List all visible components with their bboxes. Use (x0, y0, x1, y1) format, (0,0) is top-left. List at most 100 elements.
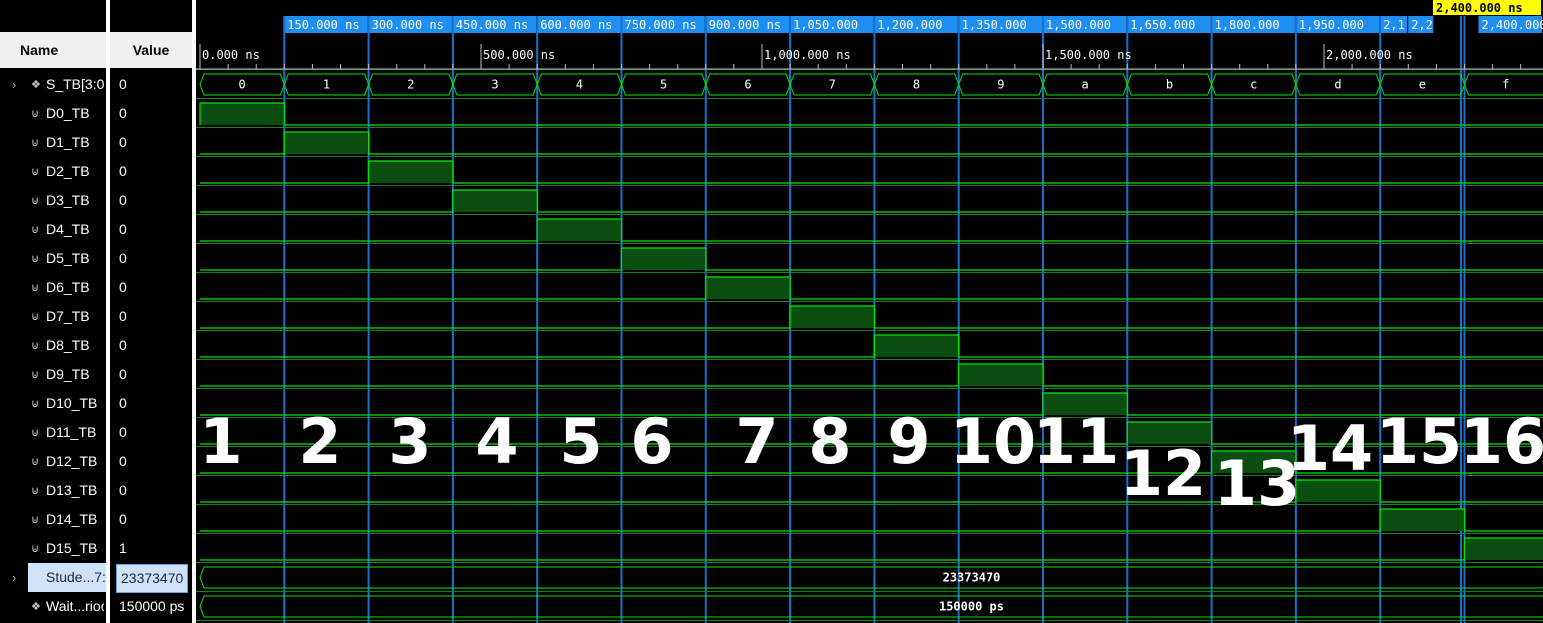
signal-value: 0 (119, 482, 127, 498)
marker-label: 1,500.000 (1046, 18, 1111, 32)
bit-signal-icon: ⊍ (31, 369, 40, 381)
bit-high-fill (1464, 538, 1543, 560)
waveform-canvas[interactable]: 150.000 ns 300.000 ns 450.000 ns 600.000 ns… (196, 0, 1543, 623)
signal-row[interactable]: ›❖Stude...7:023373470 (0, 563, 192, 593)
signal-name: D13_TB (46, 482, 98, 498)
name-column-header[interactable]: Name (0, 32, 106, 68)
bit-high-fill (284, 132, 369, 154)
signal-row[interactable]: ⊍ D10_TB 0 (0, 389, 192, 418)
signal-row[interactable]: ⊍ D7_TB 0 (0, 302, 192, 331)
expand-arrow-icon[interactable]: › (12, 570, 16, 585)
bit-waveform (200, 276, 1543, 300)
signal-value: 0 (119, 134, 127, 150)
signal-name: D7_TB (46, 308, 90, 324)
bit-waveform (200, 189, 1543, 213)
column-separator[interactable] (106, 0, 110, 623)
bit-signal-icon: ⊍ (31, 195, 40, 207)
bit-signal-icon: ⊍ (31, 282, 40, 294)
signal-name: Wait...riod (46, 598, 104, 614)
bit-high-fill (1380, 509, 1465, 531)
handwritten-number-annotation: 12 (1120, 437, 1206, 510)
handwritten-number-annotation: 5 (559, 405, 602, 478)
signal-name: D2_TB (46, 163, 90, 179)
signal-row[interactable]: ⊍ D4_TB 0 (0, 215, 192, 244)
s-tb-bus-value: 7 (829, 78, 836, 92)
s-tb-bus-value: d (1334, 78, 1341, 92)
bit-signal-icon: ⊍ (31, 340, 40, 352)
handwritten-number-annotation: 14 (1287, 412, 1373, 485)
bit-high-fill (537, 219, 622, 241)
signal-row[interactable]: ⊍ D11_TB 0 (0, 418, 192, 447)
signal-name: D11_TB (46, 424, 97, 440)
signal-value: 0 (119, 279, 127, 295)
marker-label: 2,400.000 ns (1482, 18, 1543, 32)
bus-signal-icon: ❖ (31, 601, 41, 613)
signal-name: D9_TB (46, 366, 90, 382)
signal-row[interactable]: ⊍ D15_TB 1 (0, 534, 192, 563)
signal-name: Stude...7:0 (28, 563, 106, 592)
signal-value: 0 (119, 192, 127, 208)
signal-row[interactable]: ⊍ D8_TB 0 (0, 331, 192, 360)
signal-value: 0 (119, 221, 127, 237)
bit-high-fill (790, 306, 875, 328)
bit-waveform (200, 537, 1543, 561)
s-tb-bus-value: f (1502, 78, 1509, 92)
signal-row[interactable]: ⊍ D5_TB 0 (0, 244, 192, 273)
bit-high-fill (621, 248, 706, 270)
s-tb-bus-value: 4 (576, 78, 583, 92)
signal-name: D6_TB (46, 279, 90, 295)
marker-label: 1,350.000 (962, 18, 1027, 32)
s-tb-bus-value: 3 (491, 78, 498, 92)
handwritten-number-annotation: 6 (630, 405, 673, 478)
signal-row[interactable]: ⊍ D14_TB 0 (0, 505, 192, 534)
signal-value: 0 (119, 337, 127, 353)
ruler-label: 500.000 ns (483, 48, 555, 62)
s-tb-bus-value: 8 (913, 78, 920, 92)
student-id-bus (199, 566, 1543, 589)
signal-row[interactable]: ⊍ D1_TB 0 (0, 128, 192, 157)
handwritten-number-annotation: 4 (475, 405, 518, 478)
signal-row[interactable]: ⊍ D13_TB 0 (0, 476, 192, 505)
signal-row[interactable]: ❖ Wait...riod 150000 ps (0, 592, 192, 621)
s-tb-bus-value: 2 (407, 78, 414, 92)
cursor-label: 2,400.000 ns (1436, 1, 1523, 15)
handwritten-number-annotation: 16 (1460, 405, 1543, 478)
s-tb-bus-value: 5 (660, 78, 667, 92)
signal-row[interactable]: ⊍ D12_TB 0 (0, 447, 192, 476)
handwritten-number-annotation: 8 (808, 405, 851, 478)
signal-row[interactable]: ⊍ D6_TB 0 (0, 273, 192, 302)
expand-arrow-icon[interactable]: › (12, 77, 16, 92)
handwritten-number-annotation: 1 (199, 405, 242, 478)
wait-period-bus (199, 595, 1543, 618)
signal-name: D5_TB (46, 250, 90, 266)
ruler-label: 0.000 ns (202, 48, 260, 62)
bit-high-fill (705, 277, 791, 299)
bit-signal-icon: ⊍ (31, 108, 40, 120)
s-tb-bus-value: e (1419, 78, 1426, 92)
signal-row[interactable]: › ❖ S_TB[3:0] 0 (0, 70, 192, 99)
signal-row[interactable]: ⊍ D3_TB 0 (0, 186, 192, 215)
bit-waveform (200, 218, 1543, 242)
ruler-label: 2,000.000 ns (1326, 48, 1413, 62)
signal-value: 0 (119, 453, 127, 469)
signal-value: 0 (119, 366, 127, 382)
marker-label: 1,800.000 (1215, 18, 1280, 32)
marker-label: 150.000 ns (287, 18, 359, 32)
signal-row[interactable]: ⊍ D0_TB 0 (0, 99, 192, 128)
s-tb-bus-value: 1 (323, 78, 330, 92)
signal-value: 1 (119, 540, 127, 556)
value-column-header[interactable]: Value (110, 32, 192, 68)
marker-label: 600.000 ns (540, 18, 612, 32)
signal-value: 0 (119, 76, 127, 92)
signal-name: D4_TB (46, 221, 90, 237)
ruler-label: 1,000.000 ns (764, 48, 851, 62)
signal-name: D14_TB (46, 511, 98, 527)
bit-signal-icon: ⊍ (31, 253, 40, 265)
signal-row[interactable]: ⊍ D2_TB 0 (0, 157, 192, 186)
signal-value: 0 (119, 511, 127, 527)
signal-name: S_TB[3:0] (46, 76, 104, 92)
signal-value: 0 (119, 424, 127, 440)
signal-row[interactable]: ⊍ D9_TB 0 (0, 360, 192, 389)
bit-signal-icon: ⊍ (31, 224, 40, 236)
handwritten-number-annotation: 7 (735, 405, 778, 478)
